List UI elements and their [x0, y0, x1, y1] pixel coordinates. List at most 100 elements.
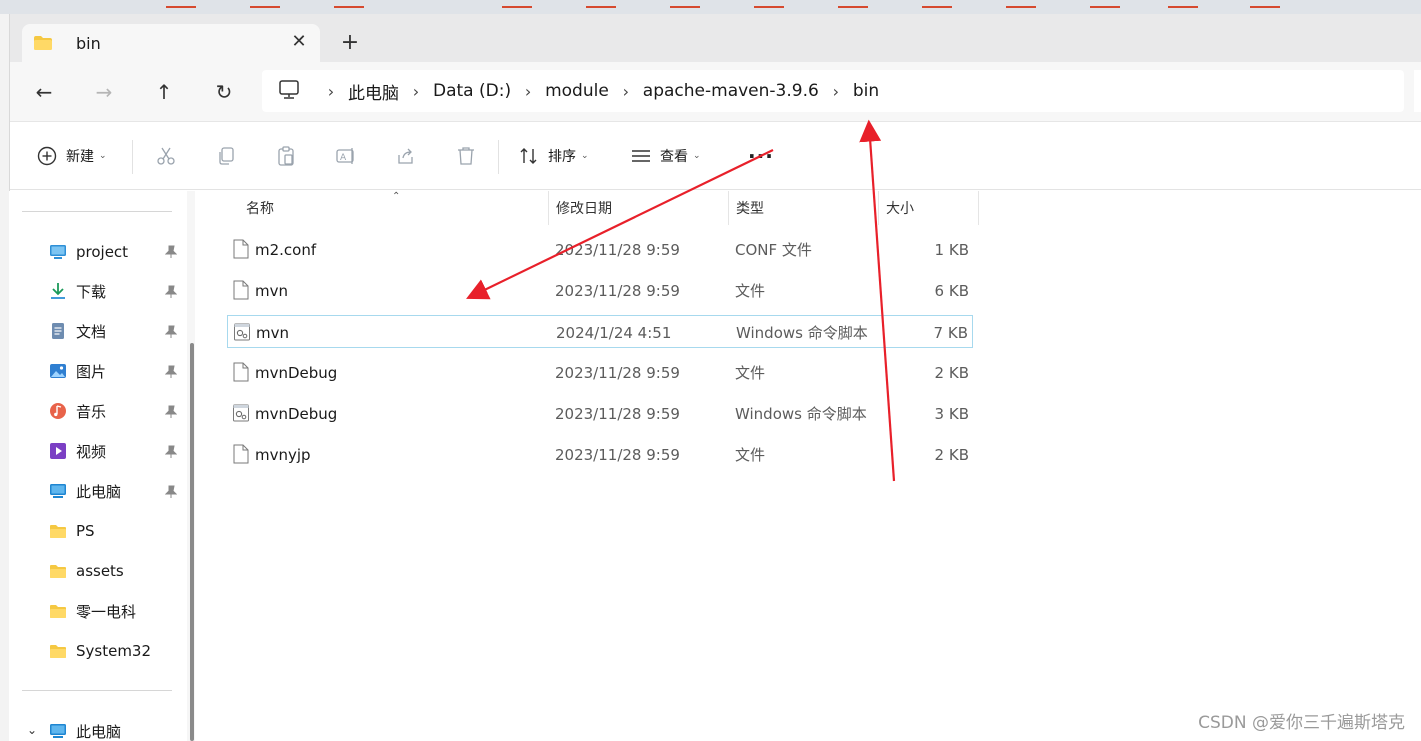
pin-icon[interactable]: [165, 285, 177, 299]
share-icon[interactable]: [395, 145, 417, 167]
breadcrumb-item[interactable]: Data (D:): [433, 81, 511, 101]
sort-button[interactable]: 排序 ⌄: [518, 122, 589, 190]
cut-icon[interactable]: [155, 145, 177, 167]
sidebar-item-folder[interactable]: assets: [49, 559, 124, 583]
column-header-type[interactable]: 类型: [736, 191, 764, 225]
new-button[interactable]: 新建 ⌄: [36, 122, 107, 190]
sidebar-item-label: 视频: [76, 442, 107, 461]
view-button[interactable]: 查看 ⌄: [630, 122, 701, 190]
close-tab-button[interactable]: ✕: [288, 31, 310, 53]
pin-icon[interactable]: [165, 325, 177, 339]
table-row[interactable]: m2.conf 2023/11/28 9:59 CONF 文件 1 KB: [227, 233, 973, 266]
browser-tab-stub[interactable]: [586, 6, 616, 14]
delete-icon[interactable]: [455, 145, 477, 167]
up-button[interactable]: ↑: [150, 78, 178, 106]
pin-icon[interactable]: [165, 245, 177, 259]
table-row[interactable]: mvnyjp 2023/11/28 9:59 文件 2 KB: [227, 438, 973, 471]
browser-tab-stub[interactable]: [502, 6, 532, 14]
pin-icon[interactable]: [165, 365, 177, 379]
sidebar-item-folder[interactable]: 零一电科: [49, 599, 136, 623]
pin-icon[interactable]: [165, 405, 177, 419]
chevron-down-icon[interactable]: ⌄: [27, 723, 37, 737]
forward-button[interactable]: →: [90, 78, 118, 106]
paste-icon[interactable]: [275, 145, 297, 167]
sidebar-item-folder[interactable]: System32: [49, 639, 151, 663]
pin-icon[interactable]: [165, 485, 177, 499]
column-header-size[interactable]: 大小: [886, 191, 914, 225]
breadcrumb-item-current[interactable]: bin: [853, 81, 879, 101]
breadcrumb-separator[interactable]: ›: [819, 82, 853, 101]
column-divider[interactable]: [548, 191, 549, 225]
file-icon: [233, 280, 249, 300]
copy-icon[interactable]: [215, 145, 237, 167]
browser-tab-stub[interactable]: [1168, 6, 1198, 14]
browser-tab-stub[interactable]: [1250, 6, 1280, 14]
column-divider[interactable]: [978, 191, 979, 225]
breadcrumb-item[interactable]: 此电脑: [348, 79, 399, 104]
address-bar[interactable]: › 此电脑 › Data (D:) › module › apache-mave…: [262, 70, 1404, 112]
breadcrumb-item[interactable]: module: [545, 81, 609, 101]
script-icon: [234, 323, 250, 341]
pin-icon[interactable]: [165, 445, 177, 459]
column-header-date[interactable]: 修改日期: [556, 191, 612, 225]
sort-icon: [520, 148, 537, 164]
file-date: 2024/1/24 4:51: [556, 323, 672, 342]
sort-caret-icon: ⌃: [392, 191, 401, 202]
navigation-pane: project 下载 文档 图片 音乐 视频 此电脑 PS assets 零一电…: [9, 191, 204, 741]
browser-tab-stub[interactable]: [334, 6, 364, 14]
sidebar-item-pictures[interactable]: 图片: [49, 359, 106, 383]
browser-tab-stub[interactable]: [838, 6, 868, 14]
table-row-selected[interactable]: mvn 2024/1/24 4:51 Windows 命令脚本 7 KB: [227, 315, 973, 348]
browser-tab-stub[interactable]: [754, 6, 784, 14]
folder-icon: [50, 525, 66, 538]
divider: [22, 690, 172, 691]
screenshot-root: bin ✕ + ← → ↑ ↻ › 此电脑 › Data (D:) › modu…: [0, 0, 1421, 741]
sidebar-item-music[interactable]: 音乐: [49, 399, 106, 423]
pictures-icon: [50, 364, 66, 378]
search-box-edge[interactable]: [1414, 70, 1421, 112]
sidebar-item-folder[interactable]: PS: [49, 519, 95, 543]
browser-tab-stub[interactable]: [166, 6, 196, 14]
breadcrumb: › 此电脑 › Data (D:) › module › apache-mave…: [314, 70, 879, 112]
sidebar-item-label: project: [76, 243, 129, 261]
browser-tab-stub[interactable]: [250, 6, 280, 14]
sidebar-item-downloads[interactable]: 下载: [49, 279, 106, 303]
browser-tab-stub[interactable]: [1090, 6, 1120, 14]
browser-tab-stub[interactable]: [1006, 6, 1036, 14]
file-name: m2.conf: [255, 240, 317, 259]
table-row[interactable]: mvn 2023/11/28 9:59 文件 6 KB: [227, 274, 973, 307]
new-tab-button[interactable]: +: [338, 32, 362, 56]
table-row[interactable]: mvnDebug 2023/11/28 9:59 Windows 命令脚本 3 …: [227, 397, 973, 430]
rename-icon[interactable]: A: [335, 145, 357, 167]
file-date: 2023/11/28 9:59: [555, 240, 680, 259]
tab-title: bin: [76, 34, 101, 53]
file-type: 文件: [735, 282, 766, 300]
sidebar-item-this-pc[interactable]: 此电脑: [49, 479, 121, 503]
refresh-button[interactable]: ↻: [210, 78, 238, 106]
back-button[interactable]: ←: [30, 78, 58, 106]
view-list-icon: [632, 150, 650, 162]
column-divider[interactable]: [878, 191, 879, 225]
breadcrumb-separator[interactable]: ›: [609, 82, 643, 101]
breadcrumb-item[interactable]: apache-maven-3.9.6: [643, 81, 819, 101]
sidebar-item-project[interactable]: project: [49, 240, 128, 264]
table-row[interactable]: mvnDebug 2023/11/28 9:59 文件 2 KB: [227, 356, 973, 389]
file-name: mvnyjp: [255, 445, 311, 464]
sidebar-scrollbar-thumb[interactable]: [190, 343, 194, 741]
desktop-icon: [50, 245, 66, 259]
sidebar-item-this-pc-tree[interactable]: 此电脑: [49, 719, 121, 741]
sidebar-item-videos[interactable]: 视频: [49, 439, 106, 463]
breadcrumb-separator[interactable]: ›: [511, 82, 545, 101]
sidebar-item-documents[interactable]: 文档: [49, 319, 106, 343]
breadcrumb-separator[interactable]: ›: [314, 82, 348, 101]
sidebar-item-label: 音乐: [76, 402, 107, 421]
column-header-name[interactable]: 名称: [246, 191, 274, 225]
file-name: mvnDebug: [255, 404, 338, 423]
file-size: 2 KB: [934, 445, 969, 464]
column-divider[interactable]: [728, 191, 729, 225]
browser-tab-stub[interactable]: [670, 6, 700, 14]
explorer-tab[interactable]: bin ✕: [22, 24, 320, 64]
more-options-button[interactable]: ···: [748, 144, 774, 168]
breadcrumb-separator[interactable]: ›: [399, 82, 433, 101]
browser-tab-stub[interactable]: [922, 6, 952, 14]
